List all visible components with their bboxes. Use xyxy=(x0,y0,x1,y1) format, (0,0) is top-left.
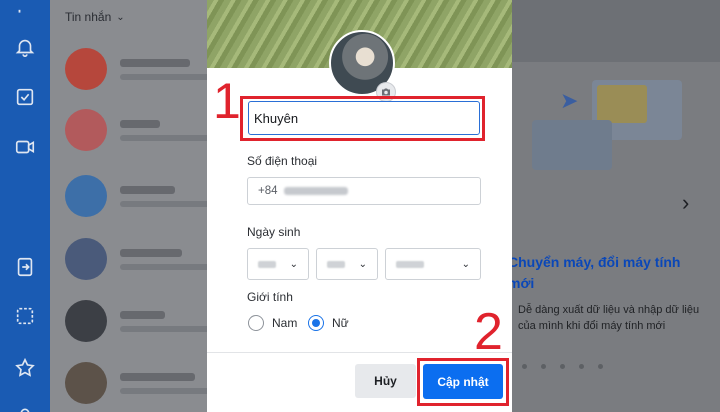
avatar xyxy=(65,238,107,280)
avatar xyxy=(65,175,107,217)
carousel-dot[interactable] xyxy=(541,364,546,369)
conversation-list: Tin nhắn ⌄ xyxy=(50,0,210,412)
list-item[interactable] xyxy=(65,44,210,94)
carousel-dot[interactable] xyxy=(598,364,603,369)
update-button[interactable]: Cập nhật xyxy=(423,364,503,399)
list-item[interactable] xyxy=(65,234,210,284)
phone-field: +84 xyxy=(247,177,481,205)
messages-filter-label: Tin nhắn xyxy=(65,10,112,24)
illustration-window-secondary xyxy=(532,120,612,170)
phone-label: Số điện thoại xyxy=(247,154,318,168)
carousel-dot[interactable] xyxy=(522,364,527,369)
phone-number-redacted xyxy=(283,187,348,195)
avatar xyxy=(65,362,107,404)
chevron-down-icon: ⌄ xyxy=(116,11,125,23)
nav-rail xyxy=(0,0,50,412)
birth-year-value-redacted xyxy=(396,260,424,268)
cancel-button[interactable]: Hủy xyxy=(355,364,416,398)
welcome-panel: ➤ › Chuyển máy, đổi máy tính mới Dễ dàng… xyxy=(512,0,720,412)
list-item[interactable] xyxy=(65,105,210,155)
radio-male[interactable] xyxy=(248,315,264,331)
gender-option-male[interactable]: Nam xyxy=(248,315,297,331)
star-icon[interactable] xyxy=(12,355,38,381)
gender-option-female-label: Nữ xyxy=(332,316,349,330)
birth-month-value-redacted xyxy=(327,260,345,268)
select-icon[interactable] xyxy=(12,303,38,329)
birth-day-value-redacted xyxy=(258,260,276,268)
birth-day-select[interactable]: ⌄ xyxy=(247,248,309,280)
list-item[interactable] xyxy=(65,171,210,221)
bell-icon[interactable] xyxy=(12,34,38,60)
chevron-down-icon: ⌄ xyxy=(461,258,470,270)
list-item[interactable] xyxy=(65,358,210,408)
dialog-footer-divider xyxy=(207,352,512,353)
phone-prefix: +84 xyxy=(258,185,278,197)
birthday-label: Ngày sinh xyxy=(247,225,301,239)
chevron-down-icon: ⌄ xyxy=(358,258,367,270)
avatar xyxy=(65,109,107,151)
messages-filter[interactable]: Tin nhắn ⌄ xyxy=(50,0,210,34)
chevron-down-icon: ⌄ xyxy=(289,258,298,270)
bell-icon-partial[interactable] xyxy=(12,6,38,32)
carousel-dot[interactable] xyxy=(579,364,584,369)
chevron-right-icon[interactable]: › xyxy=(682,190,689,216)
gear-icon[interactable] xyxy=(12,400,38,412)
export-icon[interactable] xyxy=(12,254,38,280)
edit-profile-dialog xyxy=(207,0,512,412)
paper-plane-icon: ➤ xyxy=(560,88,579,113)
birth-month-select[interactable]: ⌄ xyxy=(316,248,378,280)
gender-option-female[interactable]: Nữ xyxy=(308,315,349,331)
video-icon[interactable] xyxy=(12,134,38,160)
welcome-title: Chuyển máy, đổi máy tính mới xyxy=(512,254,681,291)
welcome-description: Dễ dàng xuất dữ liệu và nhập dữ liệu của… xyxy=(518,304,700,332)
gender-option-male-label: Nam xyxy=(272,316,298,330)
display-name-input[interactable] xyxy=(248,101,480,135)
carousel-dots xyxy=(522,364,603,369)
birth-year-select[interactable]: ⌄ xyxy=(385,248,481,280)
list-item[interactable] xyxy=(65,296,210,346)
carousel-dot[interactable] xyxy=(560,364,565,369)
radio-female[interactable] xyxy=(308,315,324,331)
welcome-header-bar xyxy=(512,0,720,62)
avatar xyxy=(65,48,107,90)
checkbox-icon[interactable] xyxy=(12,84,38,110)
gender-label: Giới tính xyxy=(247,290,293,304)
folder-icon xyxy=(597,85,647,123)
step-callout-1: 1 xyxy=(213,73,241,129)
avatar xyxy=(65,300,107,342)
step-callout-2: 2 xyxy=(474,303,503,361)
